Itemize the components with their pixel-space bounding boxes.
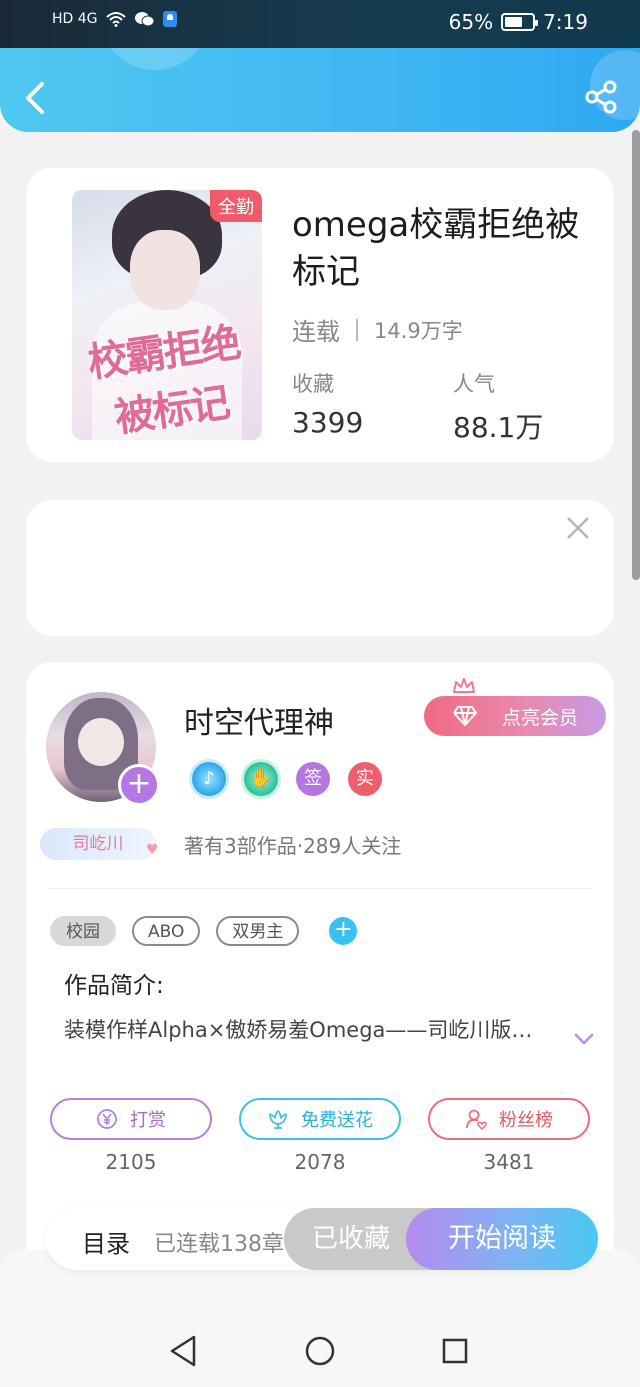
battery-fill xyxy=(505,17,522,27)
battery-icon xyxy=(501,13,539,31)
crown-icon xyxy=(453,678,475,693)
free-flower-button[interactable]: 免费送花 xyxy=(239,1098,401,1140)
tag-item[interactable]: 双男主 xyxy=(216,916,300,946)
fans-label: 粉丝榜 xyxy=(499,1110,553,1131)
favorites-value: 3399 xyxy=(292,406,364,439)
flower-count: 2078 xyxy=(294,1150,346,1174)
popularity-value: 88.1万 xyxy=(453,411,544,444)
author-badges: ♪ ✋ 签 实 xyxy=(192,762,382,796)
book-meta: 连载 14.9万字 xyxy=(292,312,463,347)
share-button[interactable] xyxy=(584,80,618,114)
intro-title: 作品简介: xyxy=(64,973,164,999)
vip-button[interactable]: 点亮会员 xyxy=(424,696,606,736)
book-info-card: 校霸拒绝被标记 全勤 omega校霸拒绝被标记 连载 14.9万字 收藏 339… xyxy=(26,168,614,462)
meta-divider xyxy=(356,318,358,341)
intro-text: 装模作样Alpha×傲娇易羞Omega——司屹川版… xyxy=(64,1018,533,1042)
word-count: 14.9万字 xyxy=(374,318,463,343)
chapter-count[interactable]: 已连载138章 xyxy=(154,1226,284,1258)
scrollbar[interactable] xyxy=(632,130,640,580)
tag-item[interactable]: ABO xyxy=(132,916,201,946)
book-status: 连载 xyxy=(292,318,340,346)
close-icon[interactable] xyxy=(564,514,592,542)
wechat-icon xyxy=(134,12,154,27)
tag-item[interactable]: 校园 xyxy=(50,916,116,946)
status-bar: HD 4G 65% 7:19 xyxy=(0,0,640,48)
fan-ranking-button[interactable]: 粉丝榜 xyxy=(428,1098,590,1140)
wifi-icon xyxy=(105,12,126,27)
vip-button-label: 点亮会员 xyxy=(501,706,578,729)
status-icons: HD 4G xyxy=(52,10,178,28)
status-right: 65% 7:19 xyxy=(449,10,588,34)
chevron-down-icon[interactable] xyxy=(574,1032,594,1046)
fans-icon xyxy=(466,1109,487,1130)
book-cover[interactable]: 校霸拒绝被标记 全勤 xyxy=(72,190,262,440)
clock: 7:19 xyxy=(543,10,588,34)
cover-badge: 全勤 xyxy=(210,190,262,222)
cover-figure-face xyxy=(130,230,200,310)
fans-count: 3481 xyxy=(483,1150,535,1174)
tag-list: 校园 ABO 双男主 + xyxy=(50,916,358,946)
music-badge-icon[interactable]: ♪ xyxy=(192,762,226,796)
ad-card xyxy=(26,500,614,636)
toc-button[interactable]: 目录 xyxy=(82,1224,130,1259)
signed-badge[interactable]: 签 xyxy=(296,762,330,796)
nav-recent-apps-icon[interactable] xyxy=(442,1338,468,1364)
flower-action: 免费送花 2078 xyxy=(239,1098,401,1174)
author-card: + 时空代理神 点亮会员 ♪ ✋ 签 实 司屹川 ♥ 著有3部作品·289人关注… xyxy=(26,662,614,1262)
flower-icon xyxy=(269,1110,287,1129)
action-row: 打赏 2105 免费送花 2078 粉丝榜 3481 xyxy=(50,1098,590,1174)
tip-action: 打赏 2105 xyxy=(50,1098,212,1174)
author-works-info: 著有3部作品·289人关注 xyxy=(184,834,402,858)
favorites-label: 收藏 xyxy=(292,372,334,396)
network-label: HD 4G xyxy=(52,11,98,27)
nav-home-icon[interactable] xyxy=(305,1336,335,1366)
handshake-badge-icon[interactable]: ✋ xyxy=(244,762,278,796)
fans-action: 粉丝榜 3481 xyxy=(428,1098,590,1174)
pen-name-tag: 司屹川 xyxy=(40,828,156,860)
flower-label: 免费送花 xyxy=(301,1110,373,1131)
avatar-face xyxy=(78,718,124,766)
verified-badge[interactable]: 实 xyxy=(348,762,382,796)
author-name: 时空代理神 xyxy=(184,706,334,741)
notification-icon xyxy=(162,11,177,27)
back-button[interactable] xyxy=(20,78,50,118)
battery-percent: 65% xyxy=(448,10,494,34)
tip-button[interactable]: 打赏 xyxy=(50,1098,212,1140)
follow-plus-icon[interactable]: + xyxy=(118,764,160,806)
system-nav-bar xyxy=(0,1314,640,1387)
cover-title: 校霸拒绝被标记 xyxy=(84,318,242,440)
yen-icon xyxy=(97,1109,117,1129)
add-tag-button[interactable]: + xyxy=(329,917,358,945)
book-title: omega校霸拒绝被标记 xyxy=(292,205,580,292)
nav-back-icon[interactable] xyxy=(168,1334,198,1368)
reading-bar: 目录 已连载138章 已收藏 开始阅读 xyxy=(46,1208,598,1270)
popularity-label: 人气 xyxy=(453,372,495,396)
tip-count: 2105 xyxy=(105,1150,157,1174)
diamond-icon xyxy=(453,706,477,726)
start-reading-button[interactable]: 开始阅读 xyxy=(406,1208,598,1270)
tip-label: 打赏 xyxy=(130,1110,166,1131)
divider xyxy=(48,888,592,889)
heart-icon: ♥ xyxy=(146,842,159,858)
